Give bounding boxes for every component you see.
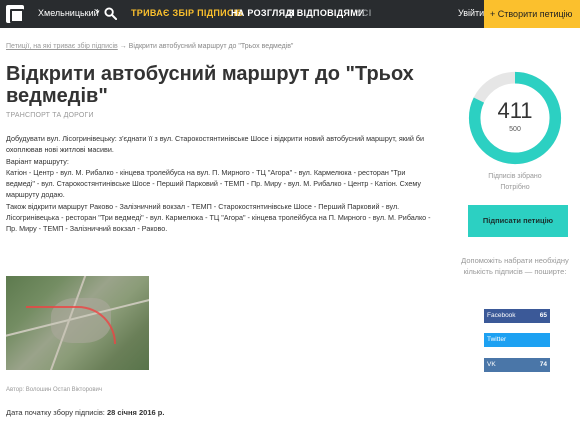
- search-icon[interactable]: [104, 7, 117, 20]
- twitter-label: Twitter: [487, 336, 507, 343]
- signature-goal: 500: [509, 126, 521, 133]
- breadcrumb-separator: →: [119, 43, 127, 50]
- city-selector[interactable]: Хмельницький: [38, 8, 99, 18]
- petition-start-date: Дата початку збору підписів: 28 січня 20…: [6, 408, 164, 417]
- tab-under-review[interactable]: НА РОЗГЛЯДІ: [231, 8, 295, 18]
- share-facebook-button[interactable]: Facebook 65: [484, 309, 550, 323]
- share-prompt: Допоможіть набрати необхідну кількість п…: [461, 256, 569, 276]
- tab-answered[interactable]: З ВІДПОВІДЯМИ: [288, 8, 365, 18]
- signature-count: 411: [497, 98, 533, 123]
- vk-label: VK: [487, 361, 496, 368]
- top-navigation-bar: Хмельницький ▾ ТРИВАЄ ЗБІР ПІДПИСІВ НА Р…: [0, 0, 580, 28]
- facebook-label: Facebook: [487, 312, 516, 319]
- collected-label: Підписів зібрано: [488, 173, 542, 180]
- petition-paragraph: Катіон - Центр - вул. М. Рибалко - кінце…: [6, 167, 421, 200]
- petition-paragraph: Також відкрити маршрут Раково - Залізнич…: [6, 201, 431, 234]
- petition-body: Добудувати вул. Лісогринівецьку: з'єднат…: [6, 133, 431, 235]
- share-twitter-button[interactable]: Twitter: [484, 333, 550, 347]
- start-date-label: Дата початку збору підписів:: [6, 408, 105, 417]
- create-petition-button[interactable]: + Створити петицію: [484, 0, 580, 28]
- login-link[interactable]: Увійти: [458, 8, 484, 18]
- tab-all[interactable]: УСІ: [356, 8, 372, 18]
- route-map-image[interactable]: [6, 276, 149, 370]
- sign-petition-button[interactable]: Підписати петицію: [468, 205, 568, 237]
- petition-author: Автор: Волошин Остап Вікторович: [6, 387, 102, 393]
- chevron-down-icon[interactable]: ▾: [96, 8, 100, 16]
- facebook-count: 65: [539, 312, 547, 319]
- needed-label: Потрібно: [500, 184, 530, 191]
- breadcrumb: Петиції, на які триває збір підписів → В…: [6, 43, 293, 50]
- vk-count: 74: [539, 361, 547, 368]
- petition-category[interactable]: ТРАНСПОРТ ТА ДОРОГИ: [6, 112, 94, 119]
- share-vk-button[interactable]: VK 74: [484, 358, 550, 372]
- petition-title: Відкрити автобусний маршрут до "Трьох ве…: [6, 63, 414, 107]
- site-logo[interactable]: [6, 5, 24, 23]
- breadcrumb-link[interactable]: Петиції, на які триває збір підписів: [6, 43, 118, 50]
- petition-paragraph: Добудувати вул. Лісогринівецьку: з'єднат…: [6, 134, 425, 155]
- tab-collecting[interactable]: ТРИВАЄ ЗБІР ПІДПИСІВ: [131, 8, 243, 18]
- petition-paragraph: Варіант маршруту:: [6, 156, 69, 166]
- breadcrumb-current: Відкрити автобусний маршрут до "Трьох ве…: [128, 43, 294, 50]
- start-date-value: 28 січня 2016 р.: [106, 408, 165, 417]
